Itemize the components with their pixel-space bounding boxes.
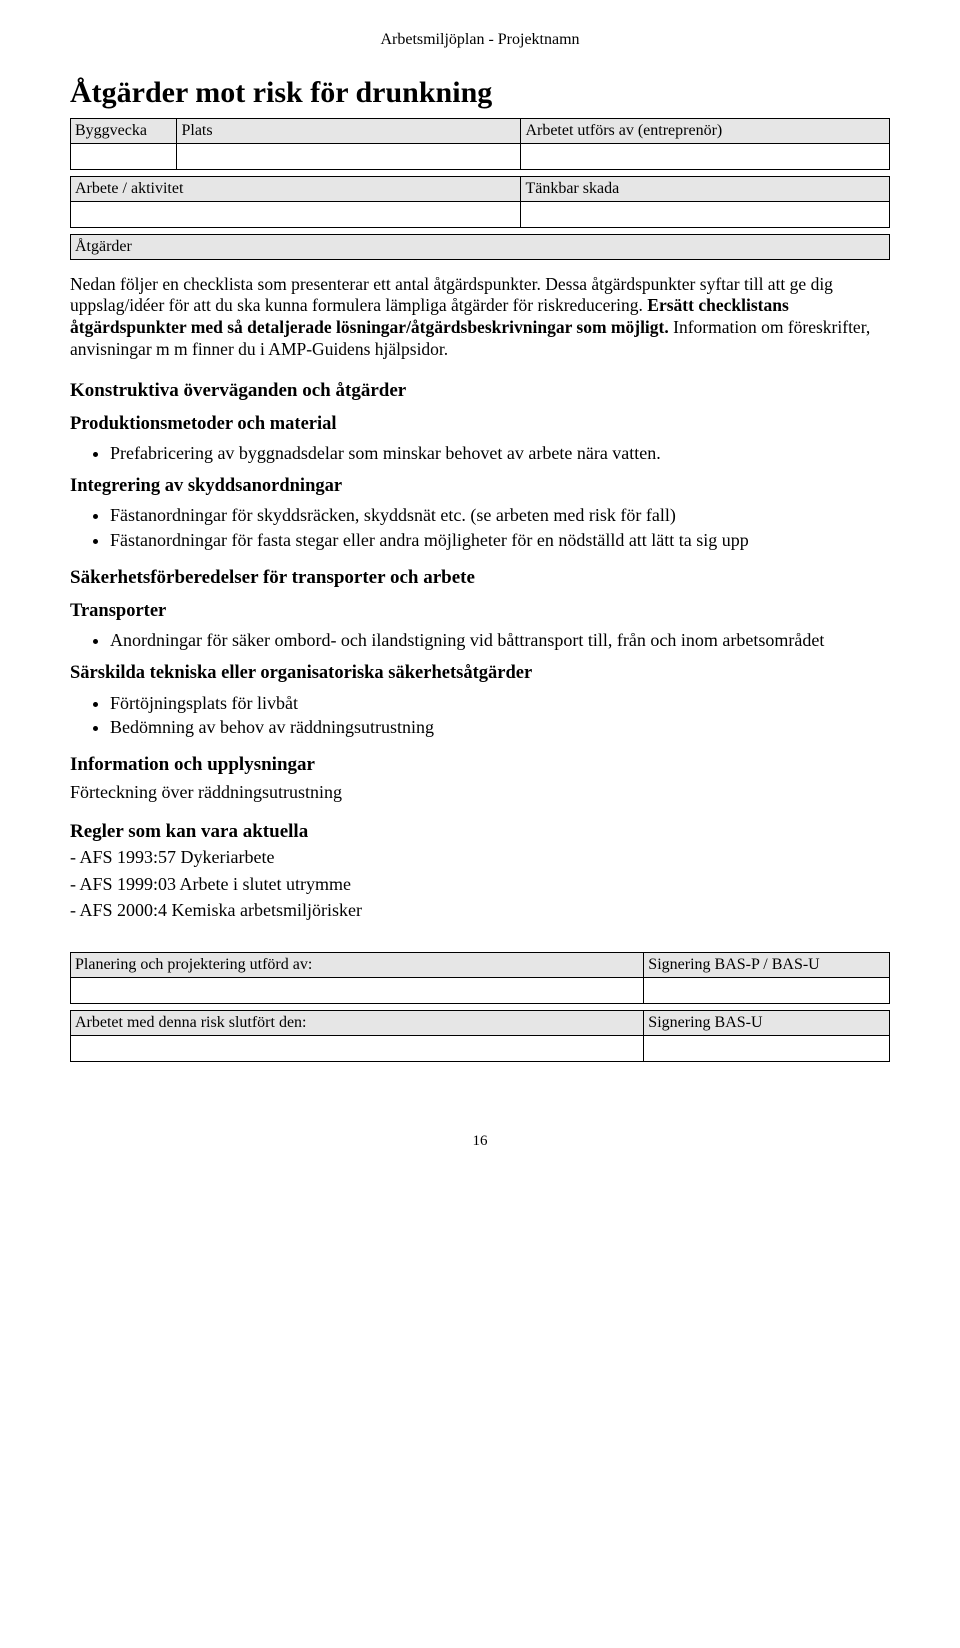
page-title: Åtgärder mot risk för drunkning — [70, 74, 890, 112]
list-integrering: Fästanordningar för skyddsräcken, skydds… — [70, 504, 890, 552]
th-aktivitet: Arbete / aktivitet — [71, 176, 521, 201]
list-item: Prefabricering av byggnadsdelar som mins… — [110, 442, 890, 465]
heading-sarskilda: Särskilda tekniska eller organisatoriska… — [70, 662, 890, 685]
intro-text: Nedan följer en checklista som presenter… — [70, 274, 870, 360]
rule-line: - AFS 2000:4 Kemiska arbetsmiljörisker — [70, 898, 890, 922]
th-planering: Planering och projektering utförd av: — [71, 953, 644, 978]
cell-skada[interactable] — [521, 201, 890, 227]
rule-line: - AFS 1999:03 Arbete i slutet utrymme — [70, 872, 890, 896]
cell-planering[interactable] — [71, 978, 644, 1004]
list-produktionsmetoder: Prefabricering av byggnadsdelar som mins… — [70, 442, 890, 465]
cell-sign-basp-basu[interactable] — [644, 978, 890, 1004]
list-item: Förtöjningsplats för livbåt — [110, 692, 890, 715]
list-item: Fästanordningar för skyddsräcken, skydds… — [110, 504, 890, 527]
cell-byggvecka[interactable] — [71, 143, 177, 169]
intro-paragraph: Nedan följer en checklista som presenter… — [70, 274, 890, 362]
th-plats: Plats — [177, 118, 521, 143]
th-byggvecka: Byggvecka — [71, 118, 177, 143]
list-item: Bedömning av behov av räddningsutrustnin… — [110, 716, 890, 739]
cell-entreprenor[interactable] — [521, 143, 890, 169]
cell-plats[interactable] — [177, 143, 521, 169]
heading-information: Information och upplysningar — [70, 753, 890, 777]
th-sign-basp-basu: Signering BAS-P / BAS-U — [644, 953, 890, 978]
heading-sakerhetsforberedelser: Säkerhetsförberedelser för transporter o… — [70, 566, 890, 590]
table-atgarder: Åtgärder — [70, 234, 890, 260]
th-slutfort: Arbetet med denna risk slutfört den: — [71, 1011, 644, 1036]
rule-line: - AFS 1993:57 Dykeriarbete — [70, 845, 890, 869]
cell-sign-basu[interactable] — [644, 1036, 890, 1062]
table-signering-2: Arbetet med denna risk slutfört den: Sig… — [70, 1010, 890, 1062]
th-entreprenor: Arbetet utförs av (entreprenör) — [521, 118, 890, 143]
table-meta-1: Byggvecka Plats Arbetet utförs av (entre… — [70, 118, 890, 170]
running-header: Arbetsmiljöplan - Projektnamn — [70, 30, 890, 50]
line-forteckning: Förteckning över räddningsutrustning — [70, 781, 890, 804]
table-meta-2: Arbete / aktivitet Tänkbar skada — [70, 176, 890, 228]
list-transporter: Anordningar för säker ombord- och ilands… — [70, 629, 890, 652]
page-number: 16 — [70, 1132, 890, 1151]
heading-transporter: Transporter — [70, 600, 890, 623]
th-atgarder: Åtgärder — [71, 234, 890, 259]
table-signering-1: Planering och projektering utförd av: Si… — [70, 952, 890, 1004]
cell-slutfort[interactable] — [71, 1036, 644, 1062]
th-skada: Tänkbar skada — [521, 176, 890, 201]
cell-aktivitet[interactable] — [71, 201, 521, 227]
th-sign-basu: Signering BAS-U — [644, 1011, 890, 1036]
heading-regler: Regler som kan vara aktuella — [70, 820, 890, 844]
heading-integrering: Integrering av skyddsanordningar — [70, 475, 890, 498]
heading-produktionsmetoder: Produktionsmetoder och material — [70, 413, 890, 436]
heading-konstruktiva: Konstruktiva överväganden och åtgärder — [70, 379, 890, 403]
list-item: Anordningar för säker ombord- och ilands… — [110, 629, 890, 652]
list-item: Fästanordningar för fasta stegar eller a… — [110, 529, 890, 552]
list-sarskilda: Förtöjningsplats för livbåt Bedömning av… — [70, 692, 890, 740]
